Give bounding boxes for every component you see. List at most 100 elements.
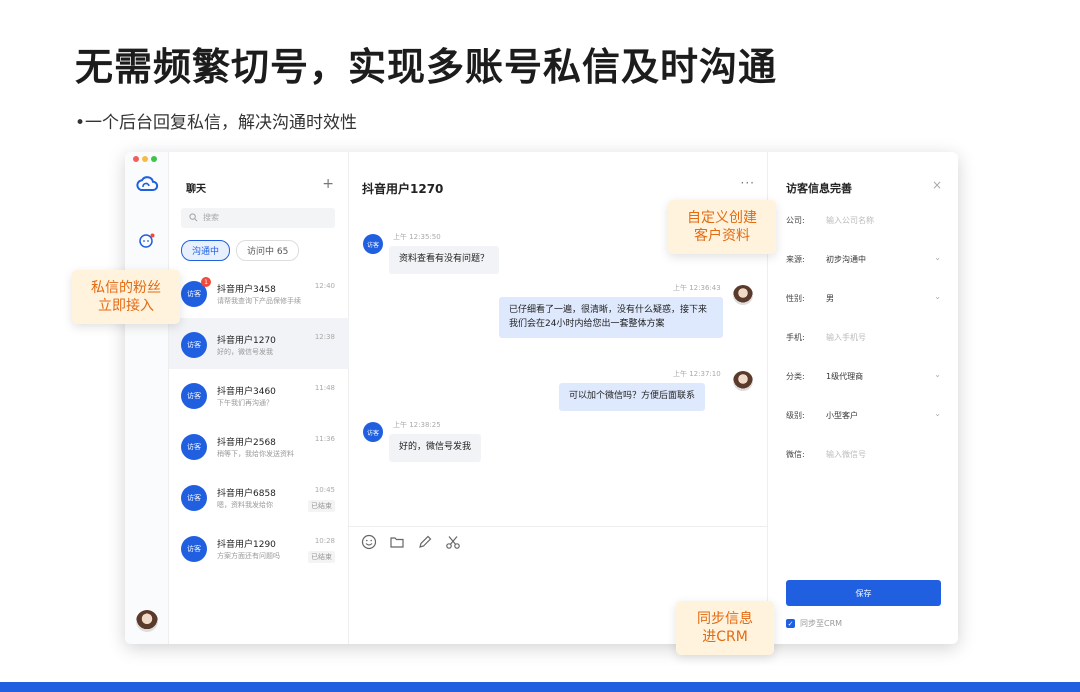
message-time: 上午 12:36:43 xyxy=(673,284,721,292)
emoji-icon[interactable] xyxy=(361,534,377,550)
unread-badge: 1 xyxy=(201,277,211,287)
visitor-avatar: 访客 xyxy=(181,434,207,460)
sync-crm-checkbox[interactable]: ✓ 同步至CRM xyxy=(786,618,842,629)
visitor-info-panel: 访客信息完善 × 公司: 输入公司名称 来源: 初步沟通中 ⌄ 性别: 男 ⌄ … xyxy=(767,152,958,644)
phone-field[interactable]: 手机: 输入手机号 xyxy=(786,332,941,346)
chevron-down-icon: ⌄ xyxy=(934,253,941,262)
conversation-preview: 方案方面还有问题吗 xyxy=(217,552,280,560)
conversation-time: 12:40 xyxy=(314,282,335,290)
field-label: 级别: xyxy=(786,411,805,420)
list-item[interactable]: 访客 抖音用户3460 下午我们再沟通？ 11:48 xyxy=(169,369,349,420)
conversation-time: 11:36 xyxy=(314,435,335,443)
field-value: 小型客户 xyxy=(826,411,858,420)
agent-avatar xyxy=(733,285,753,305)
field-label: 来源: xyxy=(786,255,805,264)
chat-nav-icon[interactable] xyxy=(138,232,156,250)
visitor-avatar: 访客 xyxy=(181,536,207,562)
list-item[interactable]: 访客 抖音用户1270 好的，微信号发我 12:38 xyxy=(169,318,349,369)
callout-fans-text: 私信的粉丝 立即接入 xyxy=(91,279,161,314)
message-time: 上午 12:38:25 xyxy=(393,421,441,429)
composer-divider xyxy=(349,526,767,527)
conversation-name: 抖音用户2568 xyxy=(217,438,276,448)
visitor-avatar: 访客 xyxy=(181,485,207,511)
conversation-time: 11:48 xyxy=(314,384,335,392)
company-field[interactable]: 公司: 输入公司名称 xyxy=(786,215,941,229)
save-button[interactable]: 保存 xyxy=(786,580,941,606)
message-bubble: 资料查看有没有问题？ xyxy=(389,246,500,274)
message-bubble: 好的，微信号发我 xyxy=(389,434,482,462)
search-placeholder: 搜索 xyxy=(203,213,219,222)
message-time: 上午 12:37:10 xyxy=(673,370,721,378)
field-label: 性别: xyxy=(786,294,805,303)
visitor-avatar: 访客 xyxy=(363,422,383,442)
maximize-window-button[interactable] xyxy=(151,156,157,162)
message-bubble: 可以加个微信吗？方便后面联系 xyxy=(559,383,706,411)
status-badge: 已结束 xyxy=(308,500,335,512)
field-label: 手机: xyxy=(786,333,805,342)
list-item[interactable]: 访客 抖音用户6858 嗯，资料我发给你 10:45 已结束 xyxy=(169,471,349,522)
headline: 无需频繁切号，实现多账号私信及时沟通 xyxy=(75,45,778,89)
list-item[interactable]: 访客 抖音用户2568 稍等下，我给你发送资料 11:36 xyxy=(169,420,349,471)
info-title: 访客信息完善 xyxy=(786,182,852,195)
gender-select[interactable]: 性别: 男 ⌄ xyxy=(786,292,941,307)
folder-icon[interactable] xyxy=(389,534,405,550)
visitor-avatar: 访客 xyxy=(363,234,383,254)
wechat-field[interactable]: 微信: 输入微信号 xyxy=(786,449,941,463)
nav-rail xyxy=(125,152,169,644)
message-time: 上午 12:35:50 xyxy=(393,233,441,241)
list-item[interactable]: 访客 抖音用户1290 方案方面还有问题吗 10:28 已结束 xyxy=(169,522,349,573)
search-icon xyxy=(189,213,198,222)
conversation-preview: 请帮我查询下产品保修手续 xyxy=(217,297,301,305)
conversation-name: 抖音用户3458 xyxy=(217,285,276,295)
subline: •一个后台回复私信，解决沟通时效性 xyxy=(75,113,358,133)
field-label: 微信: xyxy=(786,450,805,459)
pen-icon[interactable] xyxy=(417,534,433,550)
field-value: 初步沟通中 xyxy=(826,255,866,264)
my-avatar[interactable] xyxy=(136,610,158,632)
field-value: 男 xyxy=(826,294,834,303)
conversation-time: 10:28 xyxy=(314,537,335,545)
chat-title: 抖音用户1270 xyxy=(362,182,444,196)
list-tabs: 沟通中 访问中 65 xyxy=(181,240,300,261)
chevron-down-icon: ⌄ xyxy=(934,370,941,379)
conversation-preview: 稍等下，我给你发送资料 xyxy=(217,450,294,458)
visitor-avatar: 访客 xyxy=(181,332,207,358)
add-chat-button[interactable]: + xyxy=(322,176,334,192)
callout-fans: 私信的粉丝 立即接入 xyxy=(72,270,180,324)
status-badge: 已结束 xyxy=(308,551,335,563)
tab-communicating[interactable]: 沟通中 xyxy=(181,240,231,261)
message-bubble: 已仔细看了一遍，很清晰，没有什么疑惑，接下来我们会在24小时内给您出一套整体方案 xyxy=(499,297,723,338)
close-icon[interactable]: × xyxy=(932,178,942,192)
cloud-logo-icon xyxy=(136,176,159,191)
conversation-name: 抖音用户1290 xyxy=(217,540,276,550)
scissors-icon[interactable] xyxy=(445,534,461,550)
app-window: 聊天 + 搜索 沟通中 访问中 65 访客 1 抖音用户3458 请帮我查询下产… xyxy=(125,152,958,644)
field-label: 公司: xyxy=(786,216,805,225)
tab-visiting[interactable]: 访问中 65 xyxy=(236,240,300,261)
search-input[interactable]: 搜索 xyxy=(181,208,335,228)
conversation-name: 抖音用户3460 xyxy=(217,387,276,397)
conversation-time: 12:38 xyxy=(314,333,335,341)
agent-avatar xyxy=(733,371,753,391)
conversation-list: 聊天 + 搜索 沟通中 访问中 65 访客 1 抖音用户3458 请帮我查询下产… xyxy=(169,152,349,644)
callout-custom: 自定义创建 客户资料 xyxy=(668,200,776,254)
chevron-down-icon: ⌄ xyxy=(934,292,941,301)
level-select[interactable]: 级别: 小型客户 ⌄ xyxy=(786,409,941,424)
close-window-button[interactable] xyxy=(133,156,139,162)
list-item[interactable]: 访客 1 抖音用户3458 请帮我查询下产品保修手续 12:40 xyxy=(169,267,349,318)
conversation-name: 抖音用户6858 xyxy=(217,489,276,499)
source-select[interactable]: 来源: 初步沟通中 ⌄ xyxy=(786,253,941,268)
window-controls xyxy=(133,156,157,162)
callout-crm: 同步信息 进CRM xyxy=(676,601,774,655)
conversation-preview: 下午我们再沟通？ xyxy=(217,399,273,407)
minimize-window-button[interactable] xyxy=(142,156,148,162)
visitor-avatar: 访客 xyxy=(181,383,207,409)
conversation-preview: 嗯，资料我发给你 xyxy=(217,501,273,509)
more-options-button[interactable]: ··· xyxy=(741,176,755,190)
slide: 无需频繁切号，实现多账号私信及时沟通 •一个后台回复私信，解决沟通时效性 聊天 … xyxy=(0,0,1080,692)
conversation-preview: 好的，微信号发我 xyxy=(217,348,273,356)
category-select[interactable]: 分类: 1级代理商 ⌄ xyxy=(786,370,941,385)
callout-custom-text: 自定义创建 客户资料 xyxy=(687,209,757,244)
conversation-time: 10:45 xyxy=(314,486,335,494)
field-value: 输入微信号 xyxy=(826,450,866,459)
